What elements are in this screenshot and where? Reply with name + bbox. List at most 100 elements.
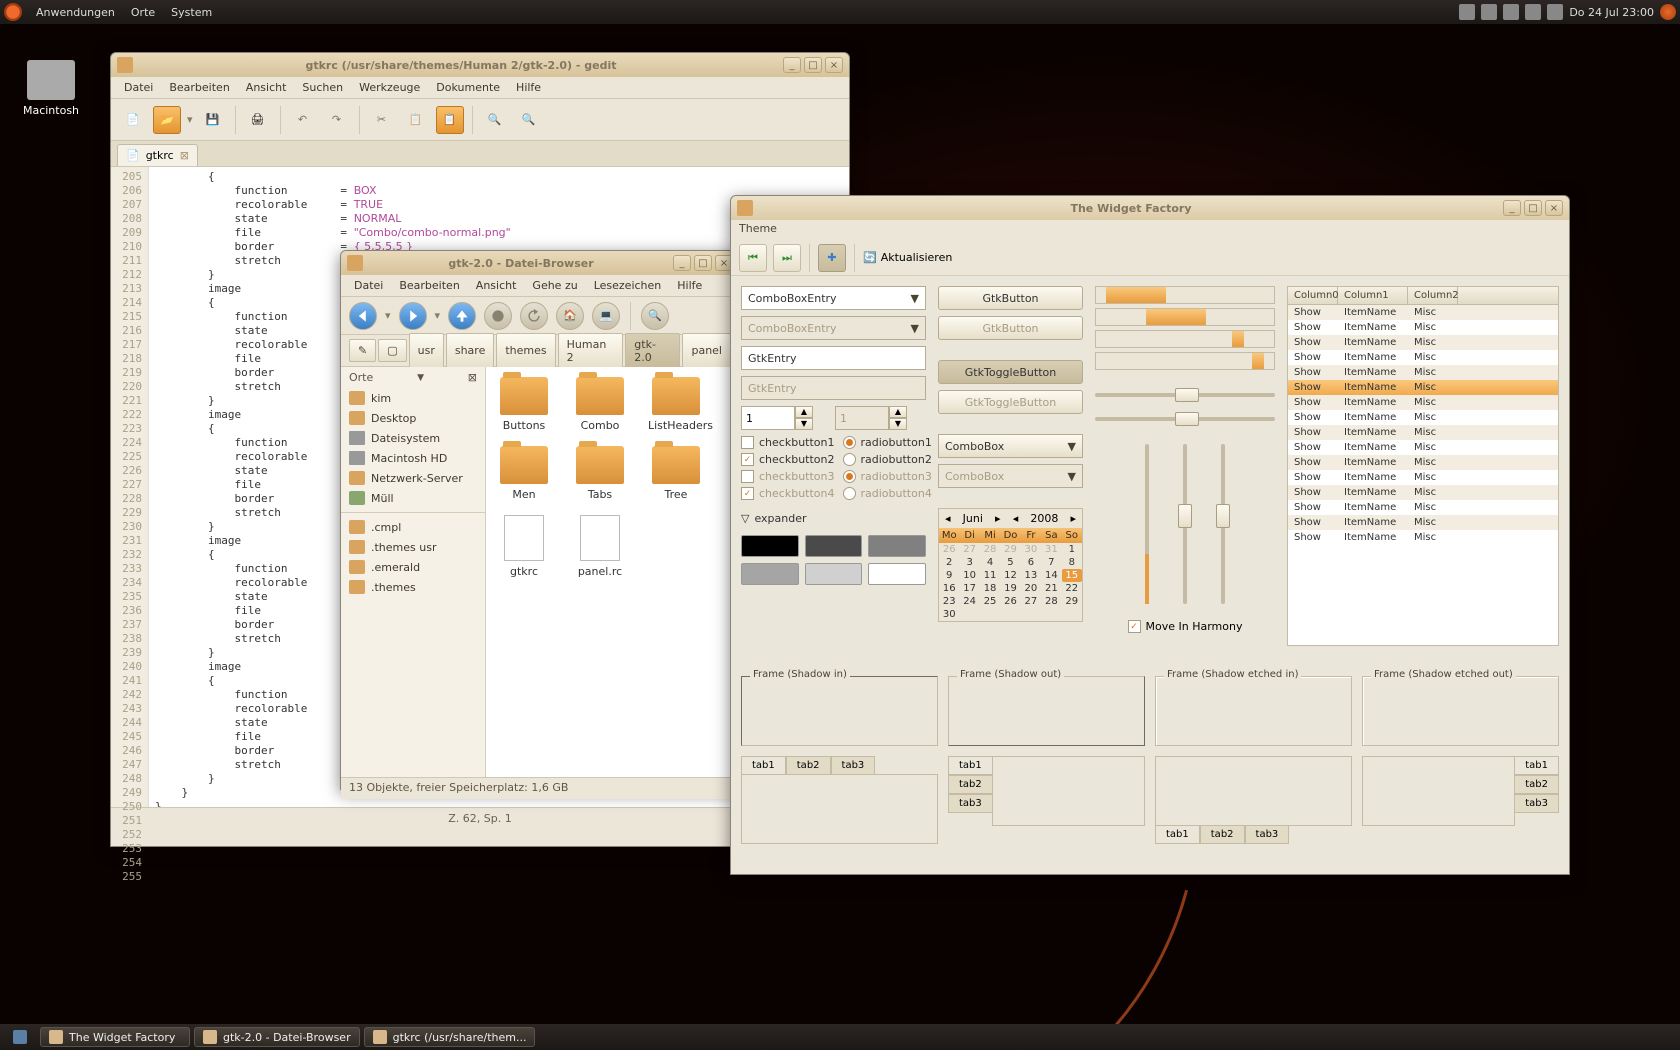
table-row[interactable]: ShowItemNameMisc [1288, 335, 1558, 350]
path-segment[interactable]: panel [682, 333, 731, 369]
notebook-left[interactable]: tab1tab2tab3 [948, 756, 1145, 846]
menu-bearbeiten[interactable]: Bearbeiten [162, 79, 236, 96]
calendar-day[interactable]: 23 [939, 595, 959, 608]
reload-button[interactable] [520, 302, 548, 330]
new-file-button[interactable]: 📄 [119, 106, 147, 134]
add-button[interactable]: ✚ [818, 244, 846, 272]
calendar[interactable]: ◂ Juni ▸ ◂ 2008 ▸ MoDiMiDoFrSaSo26272829… [938, 508, 1083, 622]
folder-item[interactable]: Tree [648, 446, 704, 501]
calendar-day[interactable] [980, 608, 1000, 621]
calendar-day[interactable] [1062, 608, 1082, 621]
places-menu[interactable]: Orte [123, 6, 163, 19]
calendar-day[interactable]: 8 [1062, 556, 1082, 569]
undo-button[interactable]: ↶ [289, 106, 317, 134]
calendar-day[interactable]: 28 [1041, 595, 1061, 608]
open-file-button[interactable]: 📂 [153, 106, 181, 134]
notebook-tab[interactable]: tab3 [1515, 794, 1559, 813]
calendar-day[interactable] [1041, 608, 1061, 621]
table-row[interactable]: ShowItemNameMisc [1288, 515, 1558, 530]
next-month-icon[interactable]: ▸ [995, 512, 1001, 525]
show-desktop-button[interactable] [4, 1027, 36, 1047]
table-row[interactable]: ShowItemNameMisc [1288, 380, 1558, 395]
calendar-day[interactable]: 15 [1062, 569, 1082, 582]
table-row[interactable]: ShowItemNameMisc [1288, 500, 1558, 515]
theme-menu[interactable]: Theme [739, 222, 777, 235]
place-item[interactable]: Dateisystem [341, 428, 485, 448]
back-button[interactable] [349, 302, 377, 330]
forward-dropdown-icon[interactable]: ▾ [435, 309, 441, 322]
table-row[interactable]: ShowItemNameMisc [1288, 470, 1558, 485]
menu-werkzeuge[interactable]: Werkzeuge [352, 79, 427, 96]
notes-icon[interactable] [1481, 4, 1497, 20]
minimize-button[interactable]: _ [673, 255, 691, 271]
gtk-togglebutton[interactable]: GtkToggleButton [938, 360, 1083, 384]
color-button[interactable] [741, 535, 799, 557]
calendar-day[interactable]: 21 [1041, 582, 1061, 595]
calendar-day[interactable]: 29 [1062, 595, 1082, 608]
notebook-tab[interactable]: tab2 [1200, 826, 1245, 844]
place-item[interactable]: Müll [341, 488, 485, 508]
menu-datei[interactable]: Datei [117, 79, 160, 96]
cut-button[interactable]: ✂ [368, 106, 396, 134]
file-item[interactable]: panel.rc [572, 515, 628, 578]
minimize-button[interactable]: _ [783, 57, 801, 73]
system-menu[interactable]: System [163, 6, 220, 19]
search-button[interactable]: 🔍 [641, 302, 669, 330]
text-entry[interactable]: GtkEntry [741, 346, 926, 370]
place-item[interactable]: kim [341, 388, 485, 408]
nautilus-titlebar[interactable]: gtk-2.0 - Datei-Browser _ □ × [341, 251, 739, 275]
comboboxentry[interactable]: ComboBoxEntry▼ [741, 286, 926, 310]
harmony-checkbox[interactable]: ✓Move In Harmony [1095, 620, 1275, 633]
shutdown-icon[interactable] [1660, 4, 1676, 20]
notebook-tab[interactable]: tab1 [1155, 826, 1200, 844]
table-row[interactable]: ShowItemNameMisc [1288, 440, 1558, 455]
calendar-day[interactable]: 9 [939, 569, 959, 582]
menu-ansicht[interactable]: Ansicht [469, 277, 524, 294]
task-gedit[interactable]: gtkrc (/usr/share/them... [364, 1027, 536, 1047]
folder-item[interactable]: Buttons [496, 377, 552, 432]
path-segment[interactable]: gtk-2.0 [625, 333, 680, 369]
notebook-tab[interactable]: tab1 [1515, 756, 1559, 775]
menu-datei[interactable]: Datei [347, 277, 390, 294]
notebook-tab[interactable]: tab2 [1515, 775, 1559, 794]
folder-item[interactable]: Tabs [572, 446, 628, 501]
network-icon[interactable] [1525, 4, 1541, 20]
folder-item[interactable]: ListHeaders [648, 377, 704, 432]
path-segment[interactable]: themes [496, 333, 555, 369]
applications-menu[interactable]: Anwendungen [28, 6, 123, 19]
paste-button[interactable]: 📋 [436, 106, 464, 134]
maximize-button[interactable]: □ [804, 57, 822, 73]
stop-button[interactable] [484, 302, 512, 330]
prev-year-icon[interactable]: ◂ [1013, 512, 1019, 525]
calendar-day[interactable] [1000, 608, 1020, 621]
path-edit-toggle[interactable]: ✎ [349, 339, 376, 362]
task-widget-factory[interactable]: The Widget Factory [40, 1027, 190, 1047]
path-drive-icon[interactable]: ▢ [378, 339, 406, 362]
folder-item[interactable]: Combo [572, 377, 628, 432]
copy-button[interactable]: 📋 [402, 106, 430, 134]
calendar-day[interactable]: 16 [939, 582, 959, 595]
calendar-day[interactable]: 26 [939, 543, 959, 556]
notebook-tab[interactable]: tab1 [741, 756, 786, 774]
ubuntu-logo-icon[interactable] [4, 3, 22, 21]
radiobutton-1[interactable]: radiobutton1 [843, 436, 932, 449]
folder-item[interactable]: Men [496, 446, 552, 501]
forward-button[interactable] [399, 302, 427, 330]
sidebar-close-icon[interactable]: ⊠ [468, 371, 477, 384]
document-tab[interactable]: 📄 gtkrc ⊠ [117, 144, 198, 166]
calendar-day[interactable] [1021, 608, 1041, 621]
v-slider-2[interactable] [1214, 444, 1232, 604]
prev-theme-button[interactable]: ⏮ [739, 244, 767, 272]
redo-button[interactable]: ↷ [323, 106, 351, 134]
calendar-day[interactable]: 28 [980, 543, 1000, 556]
table-row[interactable]: ShowItemNameMisc [1288, 485, 1558, 500]
table-row[interactable]: ShowItemNameMisc [1288, 425, 1558, 440]
path-segment[interactable]: Human 2 [558, 333, 624, 369]
bookmark-item[interactable]: .emerald [341, 557, 485, 577]
menu-gehe zu[interactable]: Gehe zu [525, 277, 584, 294]
calendar-day[interactable]: 19 [1000, 582, 1020, 595]
menu-bearbeiten[interactable]: Bearbeiten [392, 277, 466, 294]
calendar-day[interactable]: 5 [1000, 556, 1020, 569]
calendar-day[interactable]: 29 [1000, 543, 1020, 556]
menu-hilfe[interactable]: Hilfe [670, 277, 709, 294]
